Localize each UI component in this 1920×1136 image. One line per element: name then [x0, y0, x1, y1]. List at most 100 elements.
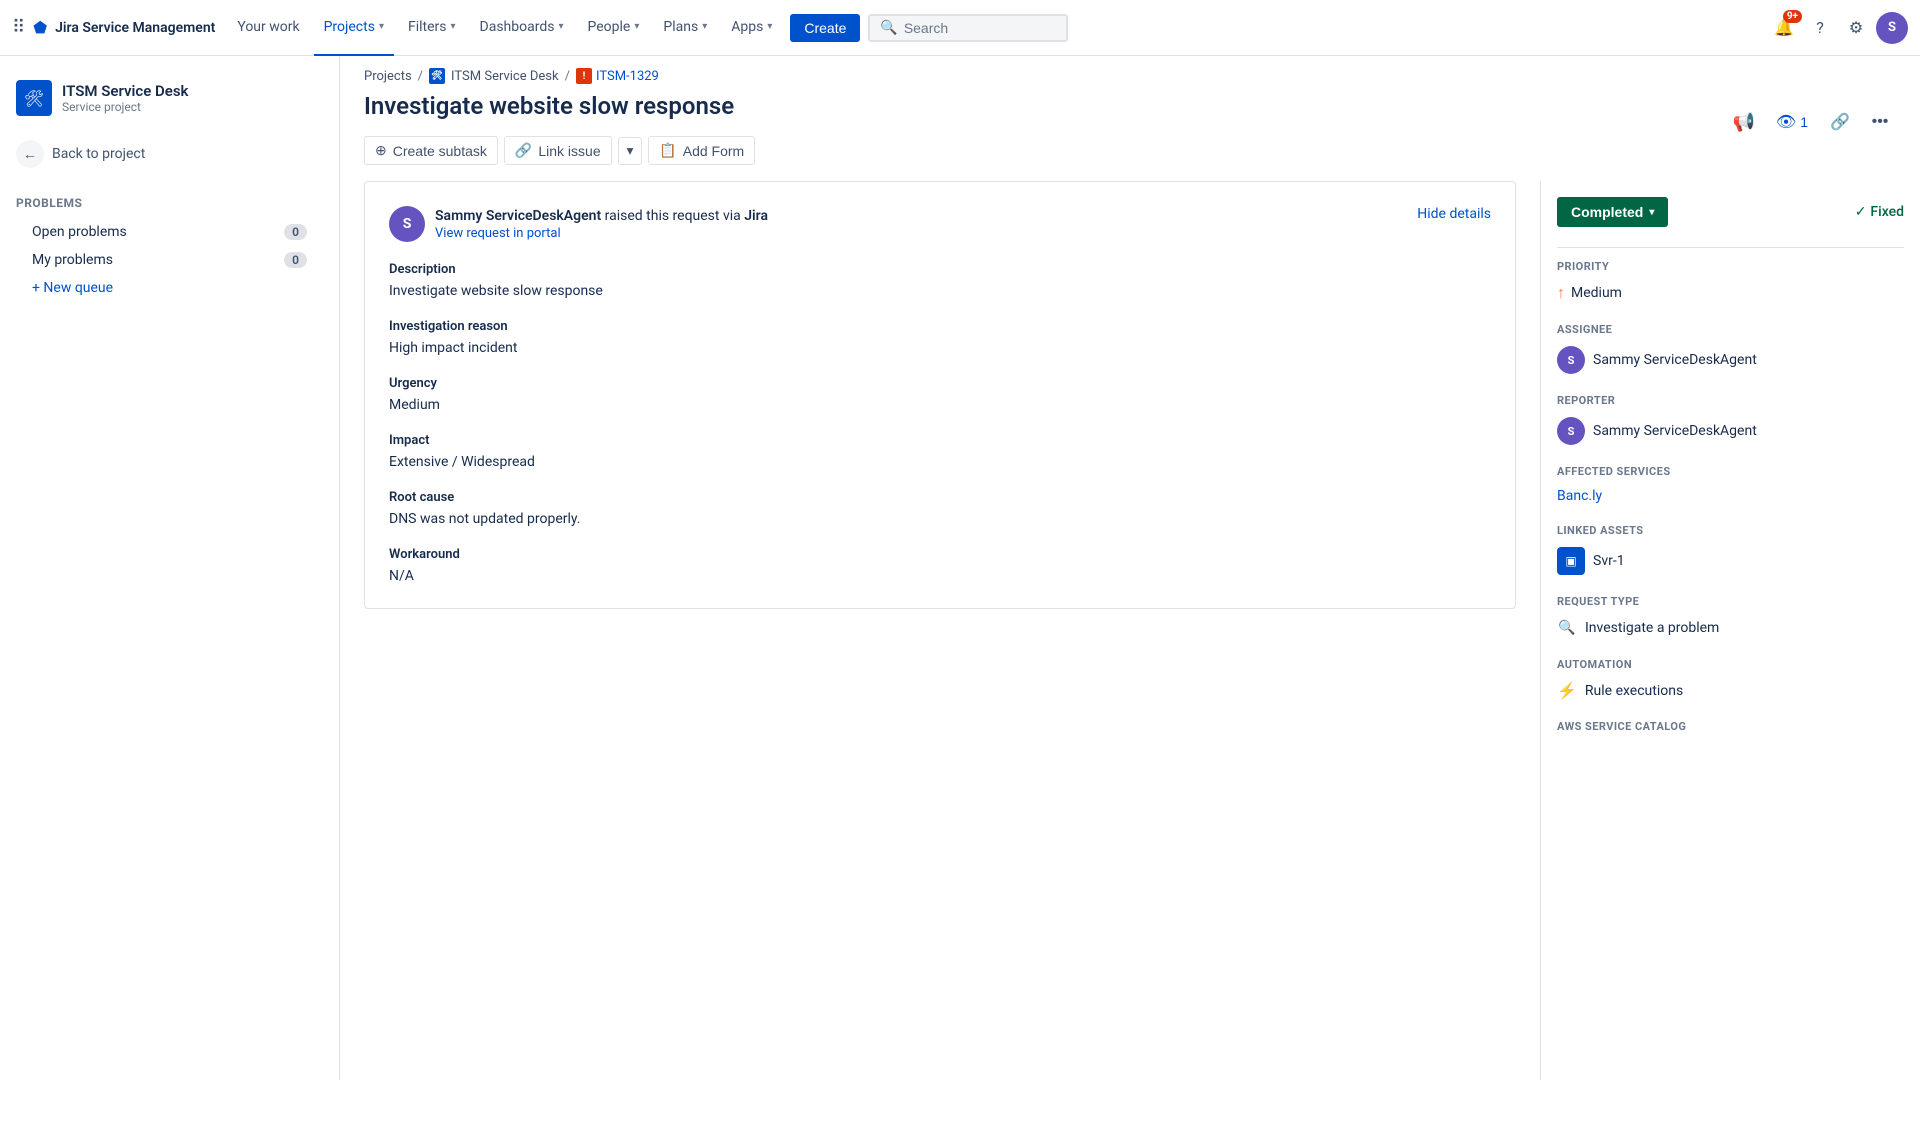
nav-your-work-label: Your work	[237, 19, 299, 35]
priority-label: Priority	[1557, 260, 1904, 273]
reporter-avatar: S	[1557, 417, 1585, 445]
root-cause-section: Root cause DNS was not updated properly.	[389, 490, 1491, 527]
divider-1	[1557, 247, 1904, 248]
hide-details-link[interactable]: Hide details	[1417, 206, 1491, 222]
nav-right-actions: 🔔 9+ ? ⚙ S	[1768, 12, 1908, 44]
sidebar-item-my-problems[interactable]: My problems 0	[16, 246, 323, 274]
breadcrumb-sep-2: /	[565, 69, 570, 84]
gear-icon: ⚙	[1849, 18, 1863, 37]
automation-row: ⚡ Rule executions	[1557, 681, 1904, 700]
top-navigation: ⠿ ⬟ Jira Service Management Your work Pr…	[0, 0, 1920, 56]
request-type-label: Request Type	[1557, 595, 1904, 608]
form-icon: 📋	[659, 142, 676, 159]
nav-people-label: People	[588, 19, 631, 35]
requester-name: Sammy ServiceDeskAgent	[435, 208, 601, 224]
breadcrumb-project-icon: 🛠	[429, 68, 445, 84]
chevron-down-icon: ▾	[767, 21, 772, 32]
requester-details: Sammy ServiceDeskAgent raised this reque…	[435, 208, 768, 241]
issue-type-icon: !	[576, 68, 592, 84]
new-queue-button[interactable]: + New queue	[16, 274, 323, 302]
logo[interactable]: ⠿ ⬟ Jira Service Management	[12, 17, 215, 38]
announce-button[interactable]: 📢	[1728, 106, 1760, 138]
search-box[interactable]: 🔍	[868, 14, 1068, 42]
settings-button[interactable]: ⚙	[1840, 12, 1872, 44]
content-area: S Sammy ServiceDeskAgent raised this req…	[340, 181, 1920, 1080]
nav-dashboards-label: Dashboards	[480, 19, 555, 35]
open-problems-count: 0	[284, 224, 307, 240]
watch-button[interactable]: 👁 1	[1768, 106, 1816, 138]
breadcrumb-sep-1: /	[418, 69, 423, 84]
nav-projects[interactable]: Projects ▾	[314, 0, 394, 56]
create-subtask-label: Create subtask	[393, 143, 487, 159]
nav-people[interactable]: People ▾	[578, 0, 650, 56]
my-problems-label: My problems	[32, 252, 113, 268]
sidebar-item-open-problems[interactable]: Open problems 0	[16, 218, 323, 246]
back-to-project-button[interactable]: ← Back to project	[0, 132, 339, 176]
more-actions-dropdown[interactable]: ▾	[618, 137, 643, 165]
status-button[interactable]: Completed ▾	[1557, 197, 1668, 227]
breadcrumb-issue: ! ITSM-1329	[576, 68, 659, 84]
lightning-icon: ⚡	[1557, 681, 1577, 700]
view-portal-link[interactable]: View request in portal	[435, 226, 768, 241]
my-problems-count: 0	[284, 252, 307, 268]
project-icon-symbol: 🛠	[24, 89, 44, 108]
nav-dashboards[interactable]: Dashboards ▾	[470, 0, 574, 56]
fixed-label: Fixed	[1870, 204, 1904, 220]
workaround-section: Workaround N/A	[389, 547, 1491, 584]
root-cause-label: Root cause	[389, 490, 1491, 505]
eye-icon: 👁	[1776, 112, 1796, 132]
affected-services-section: Affected services Banc.ly	[1557, 465, 1904, 504]
user-avatar[interactable]: S	[1876, 12, 1908, 44]
check-icon: ✓	[1855, 204, 1867, 220]
requester-row: S Sammy ServiceDeskAgent raised this req…	[389, 206, 1491, 242]
chevron-down-icon: ▾	[451, 21, 456, 32]
affected-services-link[interactable]: Banc.ly	[1557, 488, 1602, 504]
create-button[interactable]: Create	[790, 14, 860, 42]
share-button[interactable]: 🔗	[1824, 106, 1856, 138]
breadcrumb: Projects / 🛠 ITSM Service Desk / ! ITSM-…	[340, 56, 1920, 84]
linked-assets-section: LINKED ASSETS ▣ Svr-1	[1557, 524, 1904, 575]
breadcrumb-project[interactable]: ITSM Service Desk	[451, 69, 559, 84]
help-button[interactable]: ?	[1804, 12, 1836, 44]
linked-asset-row: ▣ Svr-1	[1557, 547, 1904, 575]
more-icon: •••	[1872, 113, 1889, 131]
nav-your-work[interactable]: Your work	[227, 0, 309, 56]
impact-label: Impact	[389, 433, 1491, 448]
back-label: Back to project	[52, 146, 145, 162]
issue-detail-card: S Sammy ServiceDeskAgent raised this req…	[364, 181, 1516, 609]
breadcrumb-projects[interactable]: Projects	[364, 69, 412, 84]
breadcrumb-issue-id[interactable]: ITSM-1329	[596, 69, 659, 84]
raised-via-text: raised this request via	[605, 208, 745, 224]
subtask-icon: ⊕	[375, 142, 387, 159]
investigation-reason-value: High impact incident	[389, 340, 1491, 356]
aws-section: AWS Service Catalog	[1557, 720, 1904, 733]
fixed-badge: ✓ Fixed	[1855, 204, 1904, 220]
description-value: Investigate website slow response	[389, 283, 1491, 299]
chevron-down-icon: ▾	[702, 21, 707, 32]
requester-avatar: S	[389, 206, 425, 242]
linked-asset-name: Svr-1	[1593, 553, 1625, 569]
more-options-button[interactable]: •••	[1864, 106, 1896, 138]
back-arrow-icon: ←	[16, 140, 44, 168]
new-queue-label: + New queue	[32, 280, 113, 296]
nav-apps[interactable]: Apps ▾	[721, 0, 782, 56]
workaround-label: Workaround	[389, 547, 1491, 562]
nav-filters[interactable]: Filters ▾	[398, 0, 466, 56]
nav-projects-label: Projects	[324, 19, 375, 35]
link-icon: 🔗	[515, 142, 532, 159]
search-icon: 🔍	[880, 20, 897, 36]
brand-name: Jira Service Management	[55, 20, 215, 36]
add-form-button[interactable]: 📋 Add Form	[648, 136, 755, 165]
notifications-button[interactable]: 🔔 9+	[1768, 12, 1800, 44]
link-issue-button[interactable]: 🔗 Link issue	[504, 136, 612, 165]
search-input[interactable]	[904, 20, 1057, 36]
description-section: Description Investigate website slow res…	[389, 262, 1491, 299]
project-name: ITSM Service Desk	[62, 82, 188, 100]
watcher-count: 1	[1800, 114, 1808, 130]
create-subtask-button[interactable]: ⊕ Create subtask	[364, 136, 498, 165]
description-label: Description	[389, 262, 1491, 277]
nav-plans[interactable]: Plans ▾	[653, 0, 717, 56]
assignee-name: Sammy ServiceDeskAgent	[1593, 352, 1757, 368]
nav-apps-label: Apps	[731, 19, 763, 35]
priority-value: Medium	[1571, 285, 1622, 301]
